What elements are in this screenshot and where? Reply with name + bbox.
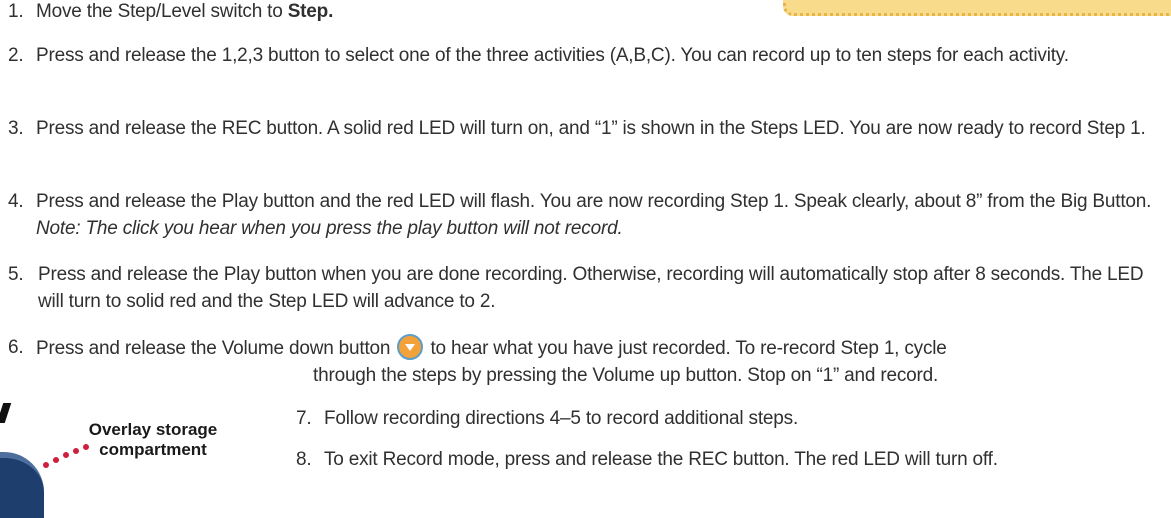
step-6-text: Press and release the Volume down button [36,338,391,359]
step-8-text: To exit Record mode, press and release t… [324,449,998,470]
device-image [0,452,44,518]
volume-down-icon [397,334,424,360]
step-1-bold: Step. [287,1,334,22]
step-6-text-cont: through the steps by pressing the Volume… [313,365,939,386]
step-2: 2. Press and release the 1,2,3 button to… [8,42,1158,69]
step-5: 5. Press and release the Play button whe… [8,261,1166,315]
step-5-text: Press and release the Play button when y… [38,264,1144,312]
step-4-note: Note: The click you hear when you press … [36,218,623,239]
slash-mark [0,403,12,423]
step-7-text: Follow recording directions 4–5 to recor… [324,408,799,429]
step-4-text: Press and release the Play button and th… [36,191,1152,212]
step-8: 8. To exit Record mode, press and releas… [296,446,1166,473]
step-4: 4. Press and release the Play button and… [8,191,1152,239]
overlay-storage-label: Overlay storage compartment [88,420,218,459]
step-1: 1. Move the Step/Level switch to Step. [8,1,334,22]
step-6-text-after: to hear what you have just recorded. To … [425,338,947,359]
step-3: 3. Press and release the REC button. A s… [8,115,1158,142]
step-6: 6. Press and release the Volume down but… [8,334,1166,389]
step-2-text: Press and release the 1,2,3 button to se… [36,45,1069,66]
step-3-text: Press and release the REC button. A soli… [36,118,1146,139]
step-7: 7. Follow recording directions 4–5 to re… [296,405,1156,432]
step-1-text: Move the Step/Level switch to [36,1,288,22]
